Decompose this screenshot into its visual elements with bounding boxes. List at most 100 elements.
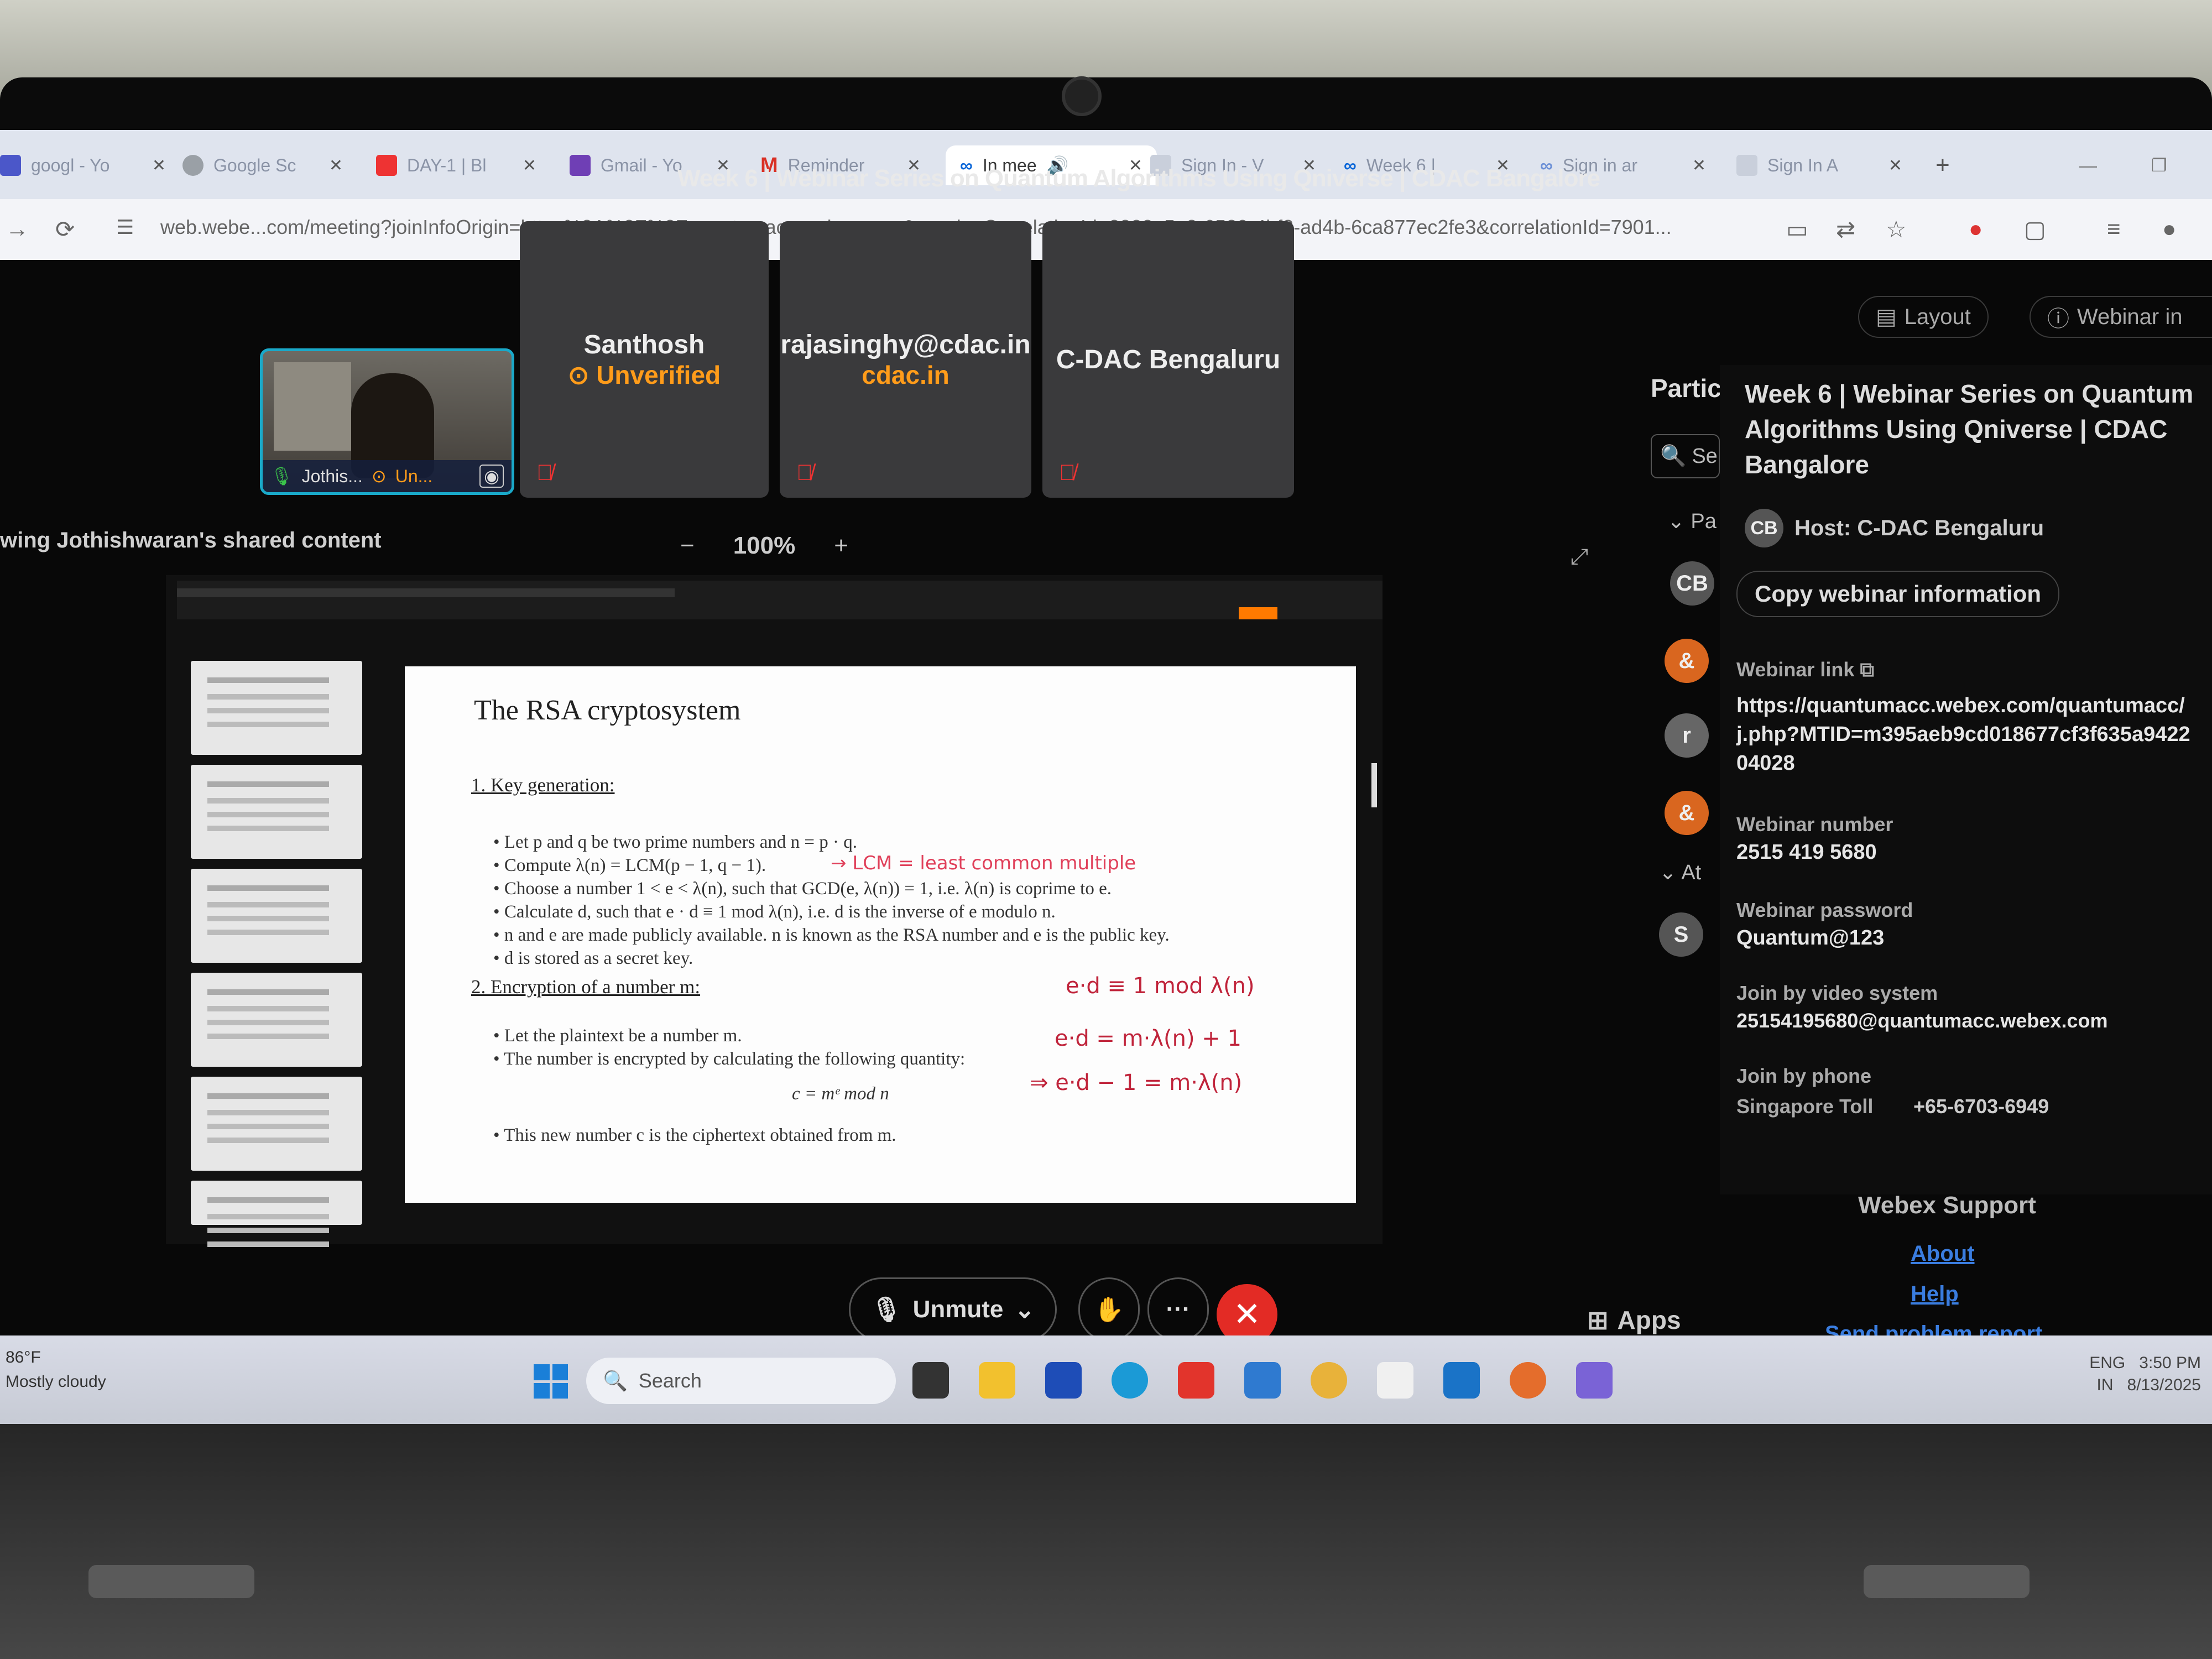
webinar-info-button[interactable]: ⓘ Webinar in (2030, 296, 2212, 338)
tab-label: googl - Yo (31, 155, 110, 175)
ribbon-strip (177, 588, 675, 597)
help-link[interactable]: Help (1911, 1282, 1959, 1307)
expand-icon[interactable]: ⤢ (1571, 545, 1588, 570)
slide-thumbnail[interactable] (191, 1077, 362, 1171)
copy-icon[interactable]: ⧉ (1860, 658, 1874, 681)
slide-thumbnail[interactable] (191, 869, 362, 963)
about-link[interactable]: About (1911, 1241, 1975, 1266)
participant-search-input[interactable]: 🔍 Se (1651, 434, 1720, 478)
close-icon[interactable]: ✕ (523, 156, 536, 175)
tab-favicon (182, 155, 204, 176)
system-tray[interactable]: ENG 3:50 PM IN 8/13/2025 (1913, 1352, 2201, 1396)
avatar[interactable]: r (1665, 713, 1709, 758)
chrome-icon[interactable] (1311, 1362, 1347, 1399)
copy-webinar-info-button[interactable]: Copy webinar information (1736, 571, 2059, 617)
tab-2[interactable]: Google Sc ✕ (182, 145, 343, 185)
avatar[interactable]: S (1659, 912, 1703, 957)
slide-thumbnail[interactable] (191, 661, 362, 755)
label-text: Webinar link (1736, 658, 1855, 681)
video-system-label: Join by video system (1736, 982, 1938, 1004)
mic-icon: 🎙 (270, 466, 293, 486)
new-tab-button[interactable]: + (1936, 145, 1969, 185)
taskbar-search-input[interactable]: 🔍 Search (586, 1358, 896, 1404)
close-icon[interactable]: ✕ (1888, 156, 1902, 175)
panelists-group[interactable]: ⌄ Pa (1667, 509, 1717, 534)
attendees-group[interactable]: ⌄ At (1659, 860, 1701, 885)
mic-muted-icon: 🎙 (870, 1296, 902, 1323)
more-options-button[interactable]: ··· (1147, 1277, 1209, 1342)
site-info-icon[interactable]: ☰ (116, 216, 134, 239)
outlook-icon[interactable] (1443, 1362, 1480, 1399)
participant-tile-santhosh[interactable]: Santhosh ⊙ Unverified 🎙̸ (520, 221, 769, 498)
bullet-text: Let the plaintext be a number m. (504, 1026, 742, 1046)
bullet-text: Let p and q be two prime numbers and n =… (504, 832, 857, 852)
join-phone-label: Join by phone (1736, 1065, 1872, 1087)
group-label: Pa (1691, 510, 1717, 533)
participant-tile-rajasinghy[interactable]: rajasinghy@cdac.in cdac.in 🎙̸ (780, 221, 1031, 498)
tab-3[interactable]: DAY-1 | Bl ✕ (376, 145, 536, 185)
store-icon[interactable] (1045, 1362, 1082, 1399)
app-icon[interactable] (1244, 1362, 1281, 1399)
apps-label: Apps (1617, 1306, 1681, 1334)
video-icon[interactable]: ◉ (479, 465, 504, 488)
slide-thumbnail[interactable] (191, 765, 362, 859)
close-icon[interactable]: ✕ (329, 156, 343, 175)
shared-screen[interactable]: The RSA cryptosystem 1. Key generation: … (166, 575, 1383, 1244)
self-video-bar: 🎙 Jothis... ⊙ Un... ◉ (263, 460, 512, 492)
translate-icon[interactable]: ⇄ (1836, 216, 1855, 243)
avatar[interactable]: & (1665, 639, 1709, 683)
participant-status: ⊙ Unverified (568, 360, 721, 390)
webinar-link[interactable]: https://quantumacc.webex.com/quantumacc/… (1736, 691, 2195, 778)
profile-icon[interactable]: ● (2162, 216, 2176, 242)
mcafee-icon[interactable] (1178, 1362, 1214, 1399)
unmute-button[interactable]: 🎙 Unmute ⌄ (849, 1277, 1057, 1342)
bullet: • Compute λ(n) = LCM(p − 1, q − 1). (493, 855, 766, 875)
blank-app-icon[interactable] (1377, 1362, 1413, 1399)
layout-button[interactable]: ▤ Layout (1858, 296, 1989, 338)
host-row: CB Host: C-DAC Bengaluru (1745, 509, 2044, 547)
chevron-down-icon[interactable]: ⌄ (1014, 1296, 1035, 1324)
weather-temp: 86°F (6, 1348, 41, 1366)
raise-hand-button[interactable]: ✋ (1078, 1277, 1140, 1342)
reload-icon[interactable]: ⟳ (55, 216, 75, 243)
weather-widget[interactable]: 86°F Mostly cloudy (6, 1345, 106, 1394)
zoom-out-button[interactable]: − (680, 532, 695, 560)
media-icon[interactable]: ≡ (2107, 216, 2121, 242)
close-icon[interactable]: ✕ (1692, 156, 1706, 175)
extensions-puzzle-icon[interactable]: ▢ (2024, 216, 2046, 243)
slide-thumbnail[interactable] (191, 1181, 362, 1225)
avatar[interactable]: & (1665, 791, 1709, 835)
file-explorer-icon[interactable] (979, 1362, 1015, 1399)
participant-tile-cdac[interactable]: C-DAC Bengaluru 🎙̸ (1042, 221, 1294, 498)
edge-icon[interactable] (1112, 1362, 1148, 1399)
minimize-icon[interactable]: — (2079, 145, 2112, 185)
scrollbar-thumb[interactable] (1371, 763, 1377, 807)
windows-start-icon[interactable] (534, 1364, 568, 1399)
status-label: Unverified (596, 360, 721, 389)
self-name: Jothis... (301, 466, 363, 486)
extension-icon[interactable]: ● (1969, 216, 1983, 242)
self-video-tile[interactable]: 🎙 Jothis... ⊙ Un... ◉ (260, 348, 514, 495)
tab-10[interactable]: Sign In A ✕ (1736, 145, 1902, 185)
avatar[interactable]: CB (1670, 561, 1714, 606)
weather-text: Mostly cloudy (6, 1373, 106, 1391)
task-view-icon[interactable] (912, 1362, 949, 1399)
chrome-profile-icon[interactable] (1510, 1362, 1546, 1399)
apps-button[interactable]: ⊞ Apps (1587, 1305, 1681, 1335)
forward-icon[interactable]: → (6, 216, 29, 242)
close-icon[interactable]: ✕ (152, 156, 166, 175)
tab-1[interactable]: googl - Yo ✕ (0, 145, 166, 185)
webcam (1062, 76, 1102, 116)
host-avatar: CB (1745, 509, 1783, 547)
restore-icon[interactable]: ❐ (2151, 145, 2184, 185)
info-icon: ⓘ (2047, 307, 2069, 331)
bookmark-star-icon[interactable]: ☆ (1886, 216, 1907, 243)
zoom-in-button[interactable]: + (834, 532, 848, 560)
copilot-icon[interactable] (1576, 1362, 1613, 1399)
layout-icon: ▤ (1876, 305, 1897, 329)
cast-icon[interactable]: ▭ (1786, 216, 1808, 243)
slide-thumbnail[interactable] (191, 973, 362, 1067)
bullet: • Let p and q be two prime numbers and n… (493, 832, 857, 852)
search-placeholder: Search (638, 1369, 702, 1392)
slide-thumbnails[interactable] (191, 661, 368, 1241)
